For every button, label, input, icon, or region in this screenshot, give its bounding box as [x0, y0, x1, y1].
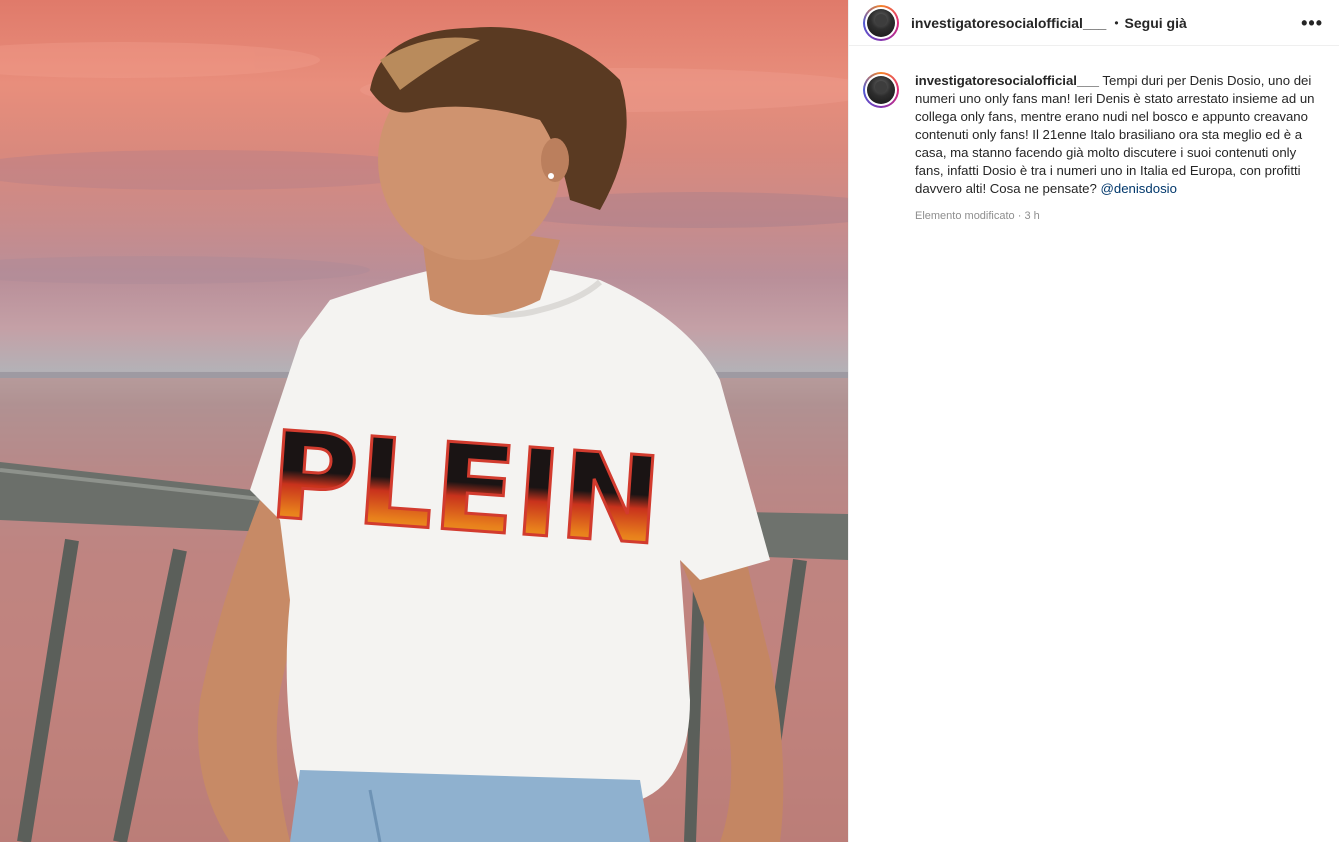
- caption-avatar-image: [867, 76, 895, 104]
- post-photo[interactable]: PLEIN: [0, 0, 848, 842]
- caption-mention-link[interactable]: @denisdosio: [1100, 181, 1176, 196]
- caption-text-block: investigatoresocialofficial___ Tempi dur…: [915, 72, 1315, 198]
- edited-label: Elemento modificato: [915, 210, 1015, 222]
- caption-text: Tempi duri per Denis Dosio, uno dei nume…: [915, 73, 1315, 196]
- caption-body: investigatoresocialofficial___ Tempi dur…: [915, 72, 1315, 222]
- post-sidebar: investigatoresocialofficial___ • Segui g…: [848, 0, 1339, 842]
- avatar[interactable]: [863, 4, 899, 41]
- shirt-print: PLEIN: [264, 405, 667, 574]
- post-caption: investigatoresocialofficial___ Tempi dur…: [849, 46, 1339, 222]
- avatar-frame: [865, 6, 897, 39]
- avatar-image: [867, 8, 895, 37]
- instagram-post: PLEIN investigatoresocialofficial___ • S…: [0, 0, 1339, 842]
- more-options-icon[interactable]: •••: [1301, 14, 1323, 32]
- caption-username[interactable]: investigatoresocialofficial___: [915, 73, 1099, 88]
- shirt-print-text: PLEIN: [265, 406, 665, 572]
- caption-avatar-frame: [865, 74, 897, 106]
- time-ago[interactable]: 3 h: [1024, 210, 1039, 222]
- following-button[interactable]: Segui già: [1125, 15, 1187, 31]
- header-separator: •: [1114, 15, 1119, 30]
- header-username[interactable]: investigatoresocialofficial___: [911, 15, 1106, 31]
- caption-meta: Elemento modificato · 3 h: [915, 210, 1315, 222]
- post-header: investigatoresocialofficial___ • Segui g…: [849, 0, 1339, 46]
- caption-avatar[interactable]: [863, 72, 899, 108]
- time-separator: ·: [1017, 210, 1022, 222]
